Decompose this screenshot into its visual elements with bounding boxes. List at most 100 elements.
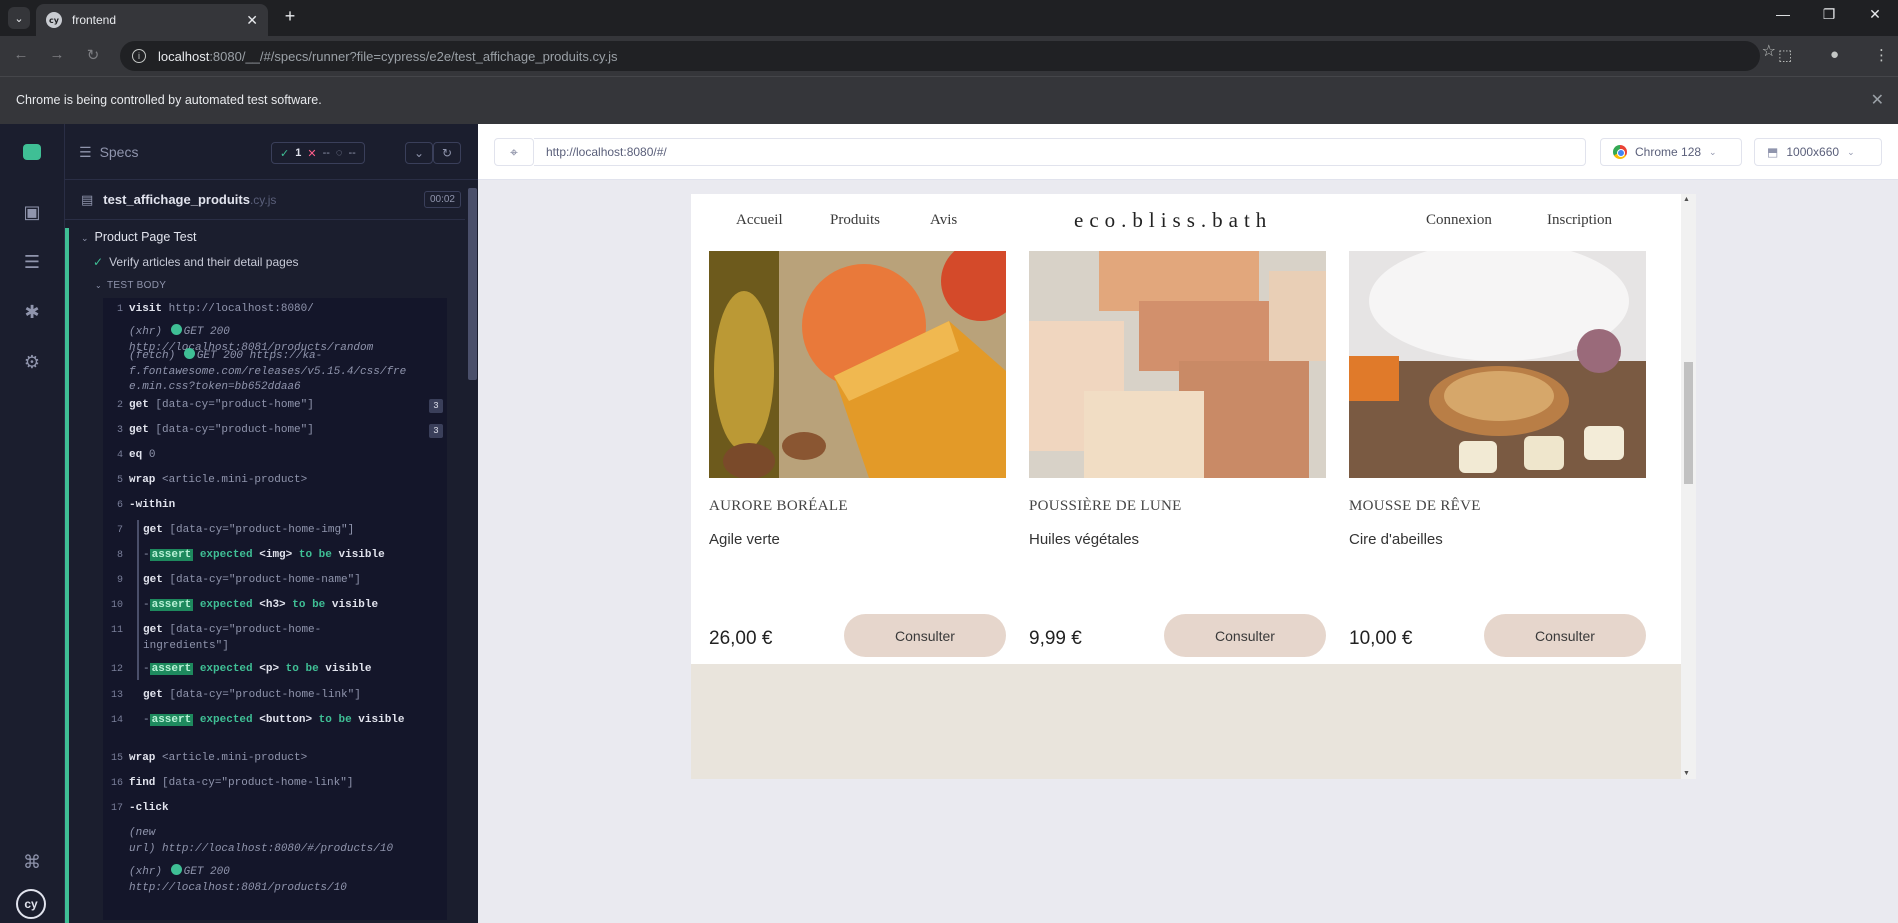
command-message: [data-cy="product-home-	[169, 624, 322, 636]
assert-tail2: visible	[338, 549, 385, 561]
command-body: find [data-cy="product-home-link"]	[129, 776, 427, 792]
nav-produits[interactable]: Produits	[830, 212, 880, 229]
command-body: - assert expected <h3> to be visible	[143, 599, 379, 611]
product-price: 26,00 €	[709, 628, 773, 649]
assert-tail2: visible	[331, 599, 379, 611]
command-name: (xhr)	[129, 326, 163, 338]
viewport-indicator[interactable]: ⬒ 1000x660 ⌄	[1754, 138, 1882, 166]
site-brand[interactable]: eco.bliss.bath	[1074, 208, 1272, 233]
command-body: (xhr) GET 200 http://localhost:8081/produ…	[129, 864, 427, 896]
aut-scrollbar[interactable]: ▲ ▼	[1681, 194, 1696, 779]
command-message: f.fontawesome.com/releases/v5.15.4/css/f…	[129, 365, 407, 378]
assert-badge: assert	[149, 599, 194, 611]
infobar-close-icon[interactable]: ✕	[1871, 90, 1884, 110]
command-name: get	[143, 624, 163, 636]
back-icon[interactable]: ←	[10, 46, 32, 63]
assert-badge: assert	[149, 714, 194, 726]
file-icon: ▤	[81, 191, 94, 207]
site-info-icon[interactable]: i	[132, 49, 146, 63]
settings-nav-icon[interactable]: ⚙	[20, 350, 44, 374]
command-number: 3	[116, 425, 123, 436]
browser-tabbar: ⌄ cy frontend ✕ + — ❐ ✕	[0, 0, 1898, 36]
command-body: get [data-cy="product-home-name"]	[143, 573, 427, 589]
consulter-button[interactable]: Consulter	[844, 614, 1006, 657]
assert-tail: to be	[285, 663, 319, 675]
scroll-down-icon[interactable]: ▼	[1683, 770, 1690, 777]
command-body: get [data-cy="product-home-link"]	[143, 688, 427, 704]
extensions-icon[interactable]: ⬚	[1778, 46, 1792, 64]
assert-tag: <p>	[259, 663, 280, 675]
within-scope-bar	[137, 520, 139, 680]
rerun-button[interactable]: ↻	[433, 142, 461, 164]
command-number: 9	[116, 575, 123, 586]
product-name: AURORE BORÉALE	[709, 498, 848, 514]
nav-connexion[interactable]: Connexion	[1426, 212, 1492, 229]
automation-infobar: Chrome is being controlled by automated …	[0, 76, 1898, 124]
project-icon[interactable]	[23, 144, 41, 160]
command-name: get	[143, 689, 163, 701]
specs-toggle[interactable]: ☰ Specs	[79, 144, 146, 161]
nav-avis[interactable]: Avis	[930, 212, 957, 229]
command-body: - assert expected <p> to be visible	[143, 663, 372, 675]
command-name: wrap	[129, 752, 156, 764]
command-message: <article.mini-product>	[162, 752, 308, 764]
collapse-all-button[interactable]: ⌄	[405, 142, 433, 164]
assert-expected: expected	[199, 549, 253, 561]
suite-title[interactable]: ⌄ Product Page Test	[81, 230, 196, 244]
command-number: 16	[110, 778, 123, 789]
selector-playground-icon[interactable]: ⌖	[494, 138, 534, 166]
command-message: [data-cy="product-home"]	[155, 424, 314, 436]
test-body-header[interactable]: ⌄ TEST BODY	[95, 280, 166, 291]
aut-iframe-page: Accueil Produits Avis eco.bliss.bath Con…	[691, 194, 1681, 779]
bookmark-star-icon[interactable]: ☆	[1762, 41, 1776, 61]
product-image	[1349, 251, 1646, 478]
command-number: 1	[116, 304, 123, 315]
profile-icon[interactable]: ●	[1830, 46, 1839, 63]
element-count-badge: 3	[429, 424, 443, 438]
debug-nav-icon[interactable]: ✱	[20, 300, 44, 324]
restore-button[interactable]: ❐	[1814, 6, 1844, 23]
command-number: 13	[110, 690, 123, 701]
scroll-thumb[interactable]	[468, 188, 477, 380]
nav-accueil[interactable]: Accueil	[736, 212, 783, 229]
runs-nav-icon[interactable]: ☰	[20, 250, 44, 274]
command-body: get [data-cy="product-home"]	[129, 423, 427, 439]
scroll-up-icon[interactable]: ▲	[1683, 196, 1690, 203]
command-body: (fetch) GET 200 https://ka-f.fontawesome…	[129, 348, 427, 396]
reporter-scrollbar[interactable]	[465, 180, 479, 923]
close-window-button[interactable]: ✕	[1860, 6, 1890, 23]
command-name: get	[129, 424, 149, 436]
minimize-button[interactable]: —	[1768, 6, 1798, 22]
consulter-button[interactable]: Consulter	[1164, 614, 1326, 657]
browser-toolbar: ← → ↻ i localhost:8080/__/#/specs/runner…	[0, 36, 1898, 76]
chrome-menu-icon[interactable]: ⋮	[1874, 46, 1889, 64]
nav-inscription[interactable]: Inscription	[1547, 212, 1612, 229]
assert-tag: <button>	[259, 714, 313, 726]
infobar-message: Chrome is being controlled by automated …	[16, 93, 322, 107]
assert-tag: <img>	[259, 549, 293, 561]
keyboard-shortcuts-icon[interactable]: ⌘	[20, 850, 44, 874]
test-title[interactable]: ✓ Verify articles and their detail pages	[93, 255, 299, 269]
product-card: MOUSSE DE RÊVE Cire d'abeilles 10,00 € C…	[1349, 251, 1646, 657]
command-body: - assert expected <button> to be visible	[143, 714, 405, 726]
command-body: - assert expected <img> to be visible	[143, 549, 385, 561]
command-number: 2	[116, 400, 123, 411]
command-body: eq 0	[129, 448, 427, 464]
assert-tail2: visible	[358, 714, 405, 726]
scroll-thumb[interactable]	[1684, 362, 1693, 484]
new-tab-button[interactable]: +	[278, 6, 302, 27]
address-bar[interactable]: i localhost:8080/__/#/specs/runner?file=…	[120, 41, 1760, 71]
consulter-button[interactable]: Consulter	[1484, 614, 1646, 657]
tab-close-icon[interactable]: ✕	[246, 12, 258, 29]
command-number: 11	[110, 625, 123, 636]
forward-icon[interactable]: →	[46, 46, 68, 63]
browser-selector[interactable]: Chrome 128 ⌄	[1600, 138, 1742, 166]
chevron-down-icon: ⌄	[1847, 146, 1855, 157]
reload-icon[interactable]: ↻	[82, 46, 104, 64]
specs-nav-icon[interactable]: ▣	[20, 200, 44, 224]
command-number: 6	[116, 500, 123, 511]
browser-tab[interactable]: cy frontend ✕	[36, 4, 268, 36]
command-log-reporter: ☰ Specs ✓ 1 ✕ -- ◌ -- ⌄ ↻ ▤ test_affichage_p…	[64, 124, 479, 923]
tab-search-button[interactable]: ⌄	[8, 7, 30, 29]
failed-icon: ✕	[307, 147, 317, 160]
